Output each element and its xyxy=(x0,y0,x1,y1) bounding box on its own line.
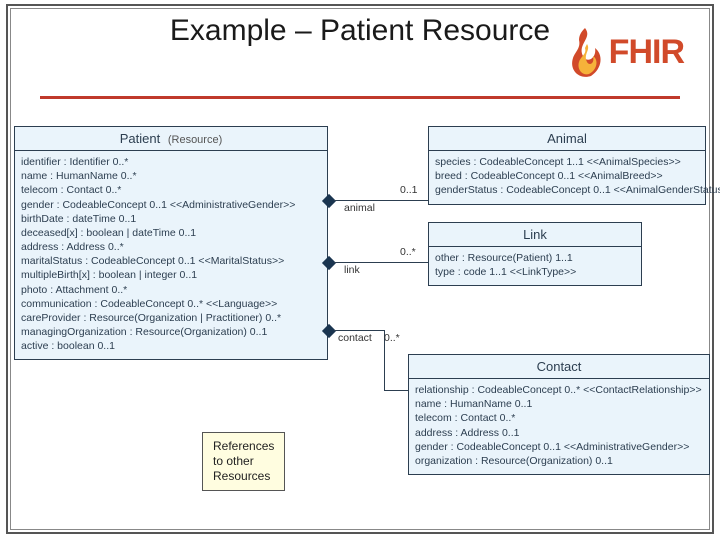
uml-attr: address : Address 0..* xyxy=(21,240,321,254)
uml-class-link: Link other : Resource(Patient) 1..1 type… xyxy=(428,222,642,286)
uml-attr: identifier : Identifier 0..* xyxy=(21,155,321,169)
callout-line: to other xyxy=(213,454,274,469)
edge-mult-link: 0..* xyxy=(400,246,416,258)
uml-class-contact-name: Contact xyxy=(537,359,582,374)
uml-class-link-name: Link xyxy=(523,227,547,242)
edge-mult-animal: 0..1 xyxy=(400,184,418,196)
fhir-logo-text: FHIR xyxy=(609,33,684,72)
uml-attr: genderStatus : CodeableConcept 0..1 <<An… xyxy=(435,183,699,197)
uml-attr: maritalStatus : CodeableConcept 0..1 <<M… xyxy=(21,254,321,268)
uml-attr: active : boolean 0..1 xyxy=(21,339,321,353)
uml-attr: telecom : Contact 0..* xyxy=(21,183,321,197)
uml-attr: breed : CodeableConcept 0..1 <<AnimalBre… xyxy=(435,169,699,183)
fhir-logo: FHIR xyxy=(567,24,684,80)
uml-class-patient-stereo: (Resource) xyxy=(168,134,222,146)
uml-class-contact: Contact relationship : CodeableConcept 0… xyxy=(408,354,710,475)
uml-attr: address : Address 0..1 xyxy=(415,426,703,440)
edge-role-animal: animal xyxy=(344,202,375,214)
edge-patient-contact-h2 xyxy=(384,390,408,391)
edge-role-link: link xyxy=(344,264,360,276)
uml-class-patient: Patient (Resource) identifier : Identifi… xyxy=(14,126,328,360)
uml-class-patient-name: Patient xyxy=(120,131,160,146)
callout-line: Resources xyxy=(213,469,274,484)
uml-attr: species : CodeableConcept 1..1 <<AnimalS… xyxy=(435,155,699,169)
uml-attr: telecom : Contact 0..* xyxy=(415,411,703,425)
uml-attr: relationship : CodeableConcept 0..* <<Co… xyxy=(415,383,703,397)
uml-attr: name : HumanName 0..* xyxy=(21,169,321,183)
title-divider xyxy=(40,96,680,99)
uml-class-patient-body: identifier : Identifier 0..* name : Huma… xyxy=(15,151,327,359)
uml-class-contact-title: Contact xyxy=(409,355,709,379)
edge-patient-contact-h1 xyxy=(334,330,384,331)
uml-attr: type : code 1..1 <<LinkType>> xyxy=(435,265,635,279)
edge-mult-contact: 0..* xyxy=(384,332,400,344)
uml-attr: organization : Resource(Organization) 0.… xyxy=(415,454,703,468)
uml-class-patient-title: Patient (Resource) xyxy=(15,127,327,151)
callout-line: References xyxy=(213,439,274,454)
uml-class-animal: Animal species : CodeableConcept 1..1 <<… xyxy=(428,126,706,205)
callout-references: References to other Resources xyxy=(202,432,285,491)
uml-attr: other : Resource(Patient) 1..1 xyxy=(435,251,635,265)
uml-attr: multipleBirth[x] : boolean | integer 0..… xyxy=(21,268,321,282)
uml-attr: careProvider : Resource(Organization | P… xyxy=(21,311,321,325)
uml-class-animal-name: Animal xyxy=(547,131,587,146)
uml-attr: name : HumanName 0..1 xyxy=(415,397,703,411)
uml-class-animal-body: species : CodeableConcept 1..1 <<AnimalS… xyxy=(429,151,705,204)
edge-patient-animal xyxy=(334,200,428,201)
uml-attr: deceased[x] : boolean | dateTime 0..1 xyxy=(21,226,321,240)
uml-class-link-title: Link xyxy=(429,223,641,247)
uml-class-contact-body: relationship : CodeableConcept 0..* <<Co… xyxy=(409,379,709,474)
uml-attr: communication : CodeableConcept 0..* <<L… xyxy=(21,297,321,311)
uml-attr: managingOrganization : Resource(Organiza… xyxy=(21,325,321,339)
edge-patient-link xyxy=(334,262,428,263)
uml-class-link-body: other : Resource(Patient) 1..1 type : co… xyxy=(429,247,641,285)
edge-patient-animal-v xyxy=(428,168,429,201)
edge-role-contact: contact xyxy=(338,332,372,344)
flame-icon xyxy=(567,24,607,80)
uml-attr: gender : CodeableConcept 0..1 <<Administ… xyxy=(21,198,321,212)
uml-attr: gender : CodeableConcept 0..1 <<Administ… xyxy=(415,440,703,454)
uml-attr: birthDate : dateTime 0..1 xyxy=(21,212,321,226)
uml-class-animal-title: Animal xyxy=(429,127,705,151)
uml-attr: photo : Attachment 0..* xyxy=(21,283,321,297)
